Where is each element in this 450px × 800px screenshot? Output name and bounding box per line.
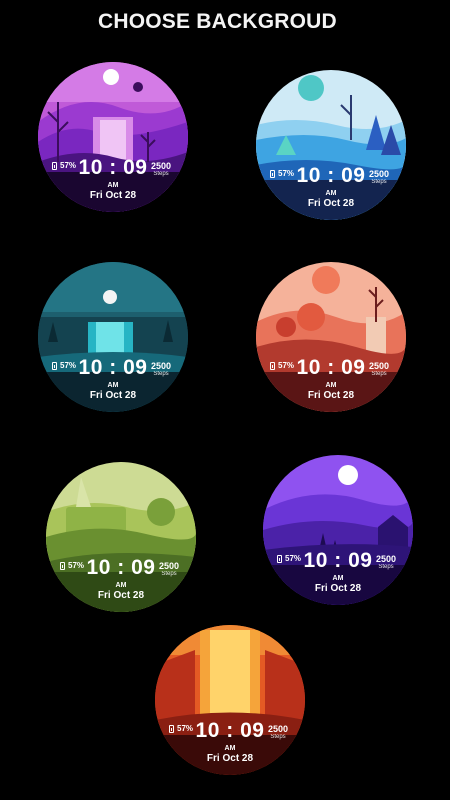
steps-counter: 2500 Steps xyxy=(151,361,172,377)
background-option-green-hills[interactable]: 57% 10 : 09 AM Fri Oct 28 2500 Steps xyxy=(46,462,196,612)
steps-counter: 2500 Steps xyxy=(159,561,180,577)
ampm-label: AM xyxy=(107,382,119,389)
date-label: Fri Oct 28 xyxy=(206,753,254,764)
date-label: Fri Oct 28 xyxy=(89,390,137,401)
ampm-label: AM xyxy=(325,382,337,389)
date-label: Fri Oct 28 xyxy=(314,583,362,594)
background-option-purple-waterfall[interactable]: 57% 10 : 09 AM Fri Oct 28 2500 Steps xyxy=(38,62,188,212)
background-option-orange-canyon[interactable]: 57% 10 : 09 AM Fri Oct 28 2500 Steps xyxy=(155,625,305,775)
background-option-violet-night[interactable]: 57% 10 : 09 AM Fri Oct 28 2500 Steps xyxy=(263,455,413,605)
date-label: Fri Oct 28 xyxy=(307,390,355,401)
ampm-label: AM xyxy=(107,182,119,189)
steps-counter: 2500 Steps xyxy=(369,169,390,185)
date-label: Fri Oct 28 xyxy=(89,190,137,201)
background-option-night-waterfall[interactable]: 57% 10 : 09 AM Fri Oct 28 2500 Steps xyxy=(38,262,188,412)
page-title: CHOOSE BACKGROUD xyxy=(98,10,337,33)
date-label: Fri Oct 28 xyxy=(307,198,355,209)
ampm-label: AM xyxy=(115,582,127,589)
steps-counter: 2500 Steps xyxy=(376,554,397,570)
steps-counter: 2500 Steps xyxy=(151,161,172,177)
ampm-label: AM xyxy=(325,190,337,197)
steps-counter: 2500 Steps xyxy=(369,361,390,377)
background-option-blue-forest[interactable]: 57% 10 : 09 AM Fri Oct 28 2500 Steps xyxy=(256,70,406,220)
date-label: Fri Oct 28 xyxy=(97,590,145,601)
steps-counter: 2500 Steps xyxy=(268,724,289,740)
background-option-red-desert[interactable]: 57% 10 : 09 AM Fri Oct 28 2500 Steps xyxy=(256,262,406,412)
ampm-label: AM xyxy=(224,745,236,752)
ampm-label: AM xyxy=(332,575,344,582)
